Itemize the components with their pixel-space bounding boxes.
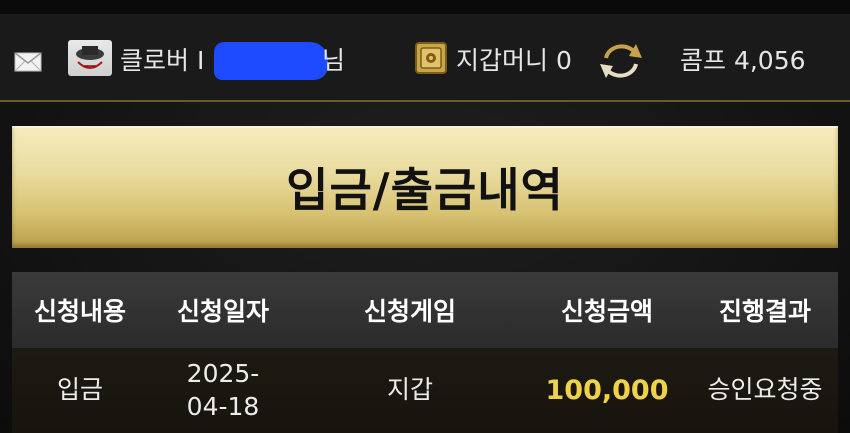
column-header-amount: 신청금액 — [560, 297, 653, 326]
column-header-game: 신청게임 — [363, 297, 456, 326]
row-type: 입금 — [56, 375, 103, 405]
column-header-status: 진행결과 — [718, 297, 811, 326]
app-root: 클로버 I 님 지갑머니 0 콤프 4,056 입금/출금내역 신청내용 신청일… — [0, 0, 850, 433]
nickname-suffix: 님 — [322, 46, 346, 75]
mail-icon[interactable] — [14, 52, 42, 72]
refresh-icon[interactable] — [596, 38, 646, 84]
row-date: 2025- 04-18 — [186, 359, 260, 421]
row-game: 지갑 — [386, 375, 433, 405]
top-strip — [0, 0, 850, 14]
comp-points: 콤프 4,056 — [680, 46, 806, 75]
page-title: 입금/출금내역 — [286, 163, 564, 217]
table-row[interactable]: 입금 2025- 04-18 지갑 100,000 승인요청중 — [12, 348, 838, 433]
column-header-type: 신청내용 — [33, 297, 126, 326]
redaction-mask — [214, 42, 328, 80]
avatar-image — [76, 46, 104, 69]
nickname-label: 클로버 I — [120, 46, 205, 75]
row-status: 승인요청중 — [707, 375, 823, 405]
page-title-banner: 입금/출금내역 — [12, 126, 838, 248]
table-header: 신청내용 신청일자 신청게임 신청금액 진행결과 — [12, 272, 838, 348]
column-header-date: 신청일자 — [176, 297, 269, 326]
wallet-money: 지갑머니 0 — [456, 46, 572, 75]
user-header: 클로버 I 님 지갑머니 0 콤프 4,056 — [0, 14, 850, 102]
avatar — [68, 40, 112, 76]
row-amount: 100,000 — [545, 374, 669, 406]
safe-icon — [415, 42, 447, 74]
